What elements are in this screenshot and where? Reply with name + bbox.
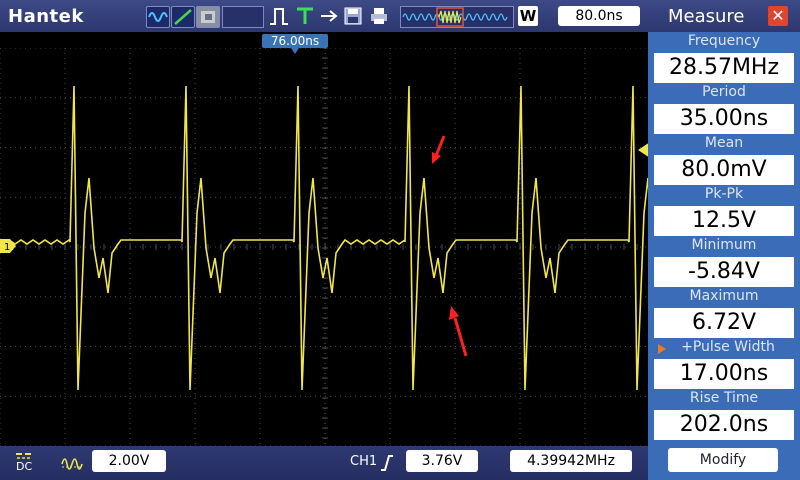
- arrow-icon[interactable]: [318, 6, 340, 26]
- modify-button[interactable]: Modify: [668, 448, 778, 472]
- annotation-arrow-bottom: [449, 306, 468, 357]
- pulse-width-value: 17.00ns: [654, 359, 794, 389]
- rise-time-value: 202.0ns: [654, 410, 794, 440]
- measure-panel-header: Measure ✕: [648, 0, 800, 32]
- annotation-arrow-top: [432, 135, 446, 164]
- mean-label: Mean: [704, 135, 744, 151]
- status-box: [222, 6, 264, 28]
- pulse-icon[interactable]: [268, 6, 290, 26]
- selection-pointer-icon: [658, 344, 666, 354]
- pk-pk-value: 12.5V: [654, 206, 794, 236]
- mean-value: 80.0mV: [654, 155, 794, 185]
- rising-edge-icon[interactable]: [380, 454, 394, 472]
- bottom-status-bar: DC 2.00V CH1 3.76V 4.39942MHz: [0, 446, 648, 480]
- measure-panel: Measure ✕ Frequency 28.57MHz Period 35.0…: [648, 0, 800, 480]
- maximum-label: Maximum: [689, 288, 759, 304]
- timebase-display[interactable]: 80.0ns: [558, 6, 640, 26]
- top-toolbar: Hantek W 80.0ns: [0, 0, 648, 32]
- rise-time-label: Rise Time: [689, 390, 759, 406]
- minimum-label: Minimum: [691, 237, 757, 253]
- maximum-value: 6.72V: [654, 308, 794, 338]
- scope-grid: [0, 48, 650, 446]
- trigger-level-value[interactable]: 3.76V: [406, 450, 478, 472]
- window-badge[interactable]: W: [518, 6, 538, 26]
- scope-display: [0, 48, 650, 446]
- brand-logo: Hantek: [8, 6, 84, 27]
- period-label: Period: [702, 84, 746, 100]
- pulse-width-label: +Pulse Width: [648, 339, 800, 355]
- pk-pk-label: Pk-Pk: [704, 186, 744, 202]
- measure-title: Measure: [668, 6, 745, 27]
- frequency-value: 28.57MHz: [654, 53, 794, 83]
- frequency-label: Frequency: [687, 33, 761, 49]
- coupling-label: DC: [16, 460, 33, 473]
- trigger-position-label[interactable]: 76.00ns: [262, 34, 328, 54]
- persistence-icon[interactable]: [196, 6, 220, 28]
- memory-waveform-icon[interactable]: [400, 6, 514, 28]
- minimum-value: -5.84V: [654, 257, 794, 287]
- save-icon[interactable]: [342, 6, 364, 26]
- ramp-icon[interactable]: [171, 6, 195, 28]
- channel-1-marker[interactable]: 1: [0, 239, 16, 253]
- svg-text:1: 1: [4, 242, 10, 253]
- trigger-t-icon[interactable]: [294, 6, 316, 26]
- sine-wave-icon[interactable]: [146, 6, 170, 28]
- printer-icon[interactable]: [368, 6, 390, 26]
- close-icon[interactable]: ✕: [768, 6, 788, 26]
- trigger-frequency-value: 4.39942MHz: [510, 450, 632, 472]
- bandwidth-limit-icon[interactable]: [60, 452, 84, 470]
- pulse-width-label-text: +Pulse Width: [681, 339, 775, 355]
- trigger-channel-label: CH1: [350, 454, 378, 469]
- coupling-dc-icon[interactable]: DC: [14, 450, 36, 474]
- ch1-volts-div[interactable]: 2.00V: [92, 450, 166, 472]
- period-value: 35.00ns: [654, 104, 794, 134]
